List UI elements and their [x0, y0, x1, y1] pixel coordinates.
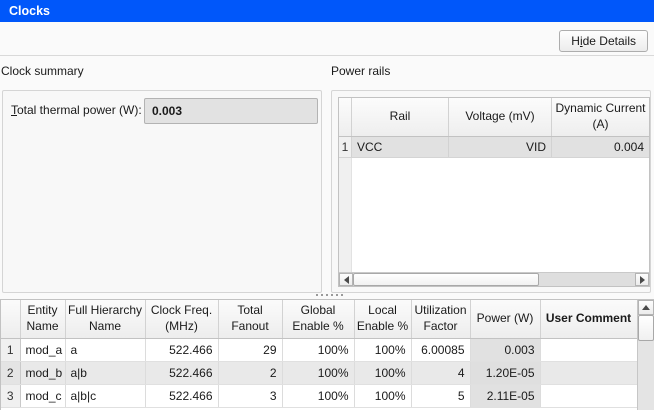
column-header-power[interactable]: Power (W)	[470, 300, 540, 339]
power-rails-table-header: Rail Voltage (mV) Dynamic Current (A)	[339, 98, 649, 137]
corner-header-cell[interactable]	[1, 300, 20, 339]
column-header-local-enable[interactable]: Local Enable %	[354, 300, 411, 339]
power-cell[interactable]: 2.11E-05	[470, 385, 540, 408]
column-header-utilization-factor[interactable]: Utilization Factor	[411, 300, 470, 339]
table-empty-area	[339, 158, 649, 272]
table-row[interactable]: 1 mod_a a 522.466 29 100% 100% 6.00085 0…	[1, 339, 637, 362]
user-comment-cell[interactable]	[540, 362, 637, 385]
row-number[interactable]: 2	[1, 362, 20, 385]
scroll-left-icon	[344, 276, 349, 284]
column-header-global-enable[interactable]: Global Enable %	[282, 300, 354, 339]
horizontal-scrollbar[interactable]	[339, 272, 649, 286]
row-number[interactable]: 1	[339, 137, 352, 157]
utilization-factor-cell[interactable]: 6.00085	[411, 339, 470, 362]
titlebar: Clocks	[0, 0, 654, 22]
local-enable-cell[interactable]: 100%	[354, 385, 411, 408]
hierarchy-name-cell[interactable]: a	[65, 339, 145, 362]
column-header-total-fanout[interactable]: Total Fanout	[218, 300, 282, 339]
row-number[interactable]: 1	[1, 339, 20, 362]
vertical-scrollbar[interactable]	[637, 299, 654, 410]
row-number[interactable]: 3	[1, 385, 20, 408]
horizontal-scrollbar-groove[interactable]	[539, 273, 635, 286]
global-enable-cell[interactable]: 100%	[282, 339, 354, 362]
entity-name-cell[interactable]: mod_c	[20, 385, 65, 408]
corner-header-cell[interactable]	[339, 98, 352, 136]
column-header-voltage[interactable]: Voltage (mV)	[449, 98, 552, 136]
clock-freq-cell[interactable]: 522.466	[145, 339, 218, 362]
scroll-right-button[interactable]	[635, 273, 649, 286]
column-header-clock-freq[interactable]: Clock Freq. (MHz)	[145, 300, 218, 339]
column-header-dynamic-current[interactable]: Dynamic Current (A)	[552, 98, 649, 136]
horizontal-scrollbar-handle[interactable]	[353, 273, 539, 286]
column-header-user-comment[interactable]: User Comment	[540, 300, 637, 339]
clock-freq-cell[interactable]: 522.466	[145, 385, 218, 408]
splitter-grip[interactable]	[316, 294, 343, 296]
hide-details-button[interactable]: Hide Details	[559, 30, 648, 52]
user-comment-cell[interactable]	[540, 339, 637, 362]
entity-name-cell[interactable]: mod_b	[20, 362, 65, 385]
column-header-entity-name[interactable]: Entity Name	[20, 300, 65, 339]
clocks-table-header-row: Entity Name Full Hierarchy Name Clock Fr…	[1, 300, 637, 339]
local-enable-cell[interactable]: 100%	[354, 339, 411, 362]
utilization-factor-cell[interactable]: 5	[411, 385, 470, 408]
utilization-factor-cell[interactable]: 4	[411, 362, 470, 385]
scroll-right-icon	[640, 276, 645, 284]
voltage-cell[interactable]: VID	[449, 137, 552, 157]
page-title: Clocks	[9, 4, 50, 18]
total-fanout-cell[interactable]: 3	[218, 385, 282, 408]
clock-summary-group: Total thermal power (W): 0.003	[2, 90, 322, 293]
rail-cell[interactable]: VCC	[352, 137, 449, 157]
power-rails-group: Rail Voltage (mV) Dynamic Current (A) 1 …	[331, 90, 651, 293]
vertical-scrollbar-handle[interactable]	[638, 315, 654, 341]
global-enable-cell[interactable]: 100%	[282, 362, 354, 385]
toolbar: Hide Details	[0, 22, 654, 56]
entity-name-cell[interactable]: mod_a	[20, 339, 65, 362]
global-enable-cell[interactable]: 100%	[282, 385, 354, 408]
clocks-table: Entity Name Full Hierarchy Name Clock Fr…	[0, 299, 637, 410]
total-fanout-cell[interactable]: 29	[218, 339, 282, 362]
local-enable-cell[interactable]: 100%	[354, 362, 411, 385]
power-cell[interactable]: 0.003	[470, 339, 540, 362]
thermal-power-field[interactable]: 0.003	[144, 98, 318, 124]
table-row[interactable]: 3 mod_c a|b|c 522.466 3 100% 100% 5 2.11…	[1, 385, 637, 408]
table-row[interactable]: 2 mod_b a|b 522.466 2 100% 100% 4 1.20E-…	[1, 362, 637, 385]
thermal-power-label: Total thermal power (W):	[11, 103, 142, 117]
power-rails-table: Rail Voltage (mV) Dynamic Current (A) 1 …	[338, 97, 650, 287]
scroll-up-button[interactable]	[638, 300, 654, 315]
power-cell[interactable]: 1.20E-05	[470, 362, 540, 385]
scroll-up-icon	[642, 305, 650, 310]
power-rails-row[interactable]: 1 VCC VID 0.004	[339, 137, 649, 158]
power-rails-group-label: Power rails	[331, 64, 390, 78]
column-header-full-hierarchy-name[interactable]: Full Hierarchy Name	[65, 300, 145, 339]
hierarchy-name-cell[interactable]: a|b	[65, 362, 145, 385]
clock-summary-group-label: Clock summary	[1, 64, 84, 78]
current-cell[interactable]: 0.004	[552, 137, 649, 157]
thermal-power-value: 0.003	[152, 104, 182, 118]
row-header-strip	[339, 158, 352, 272]
column-header-rail[interactable]: Rail	[352, 98, 449, 136]
clock-freq-cell[interactable]: 522.466	[145, 362, 218, 385]
scroll-left-button[interactable]	[339, 273, 353, 286]
hierarchy-name-cell[interactable]: a|b|c	[65, 385, 145, 408]
total-fanout-cell[interactable]: 2	[218, 362, 282, 385]
user-comment-cell[interactable]	[540, 385, 637, 408]
